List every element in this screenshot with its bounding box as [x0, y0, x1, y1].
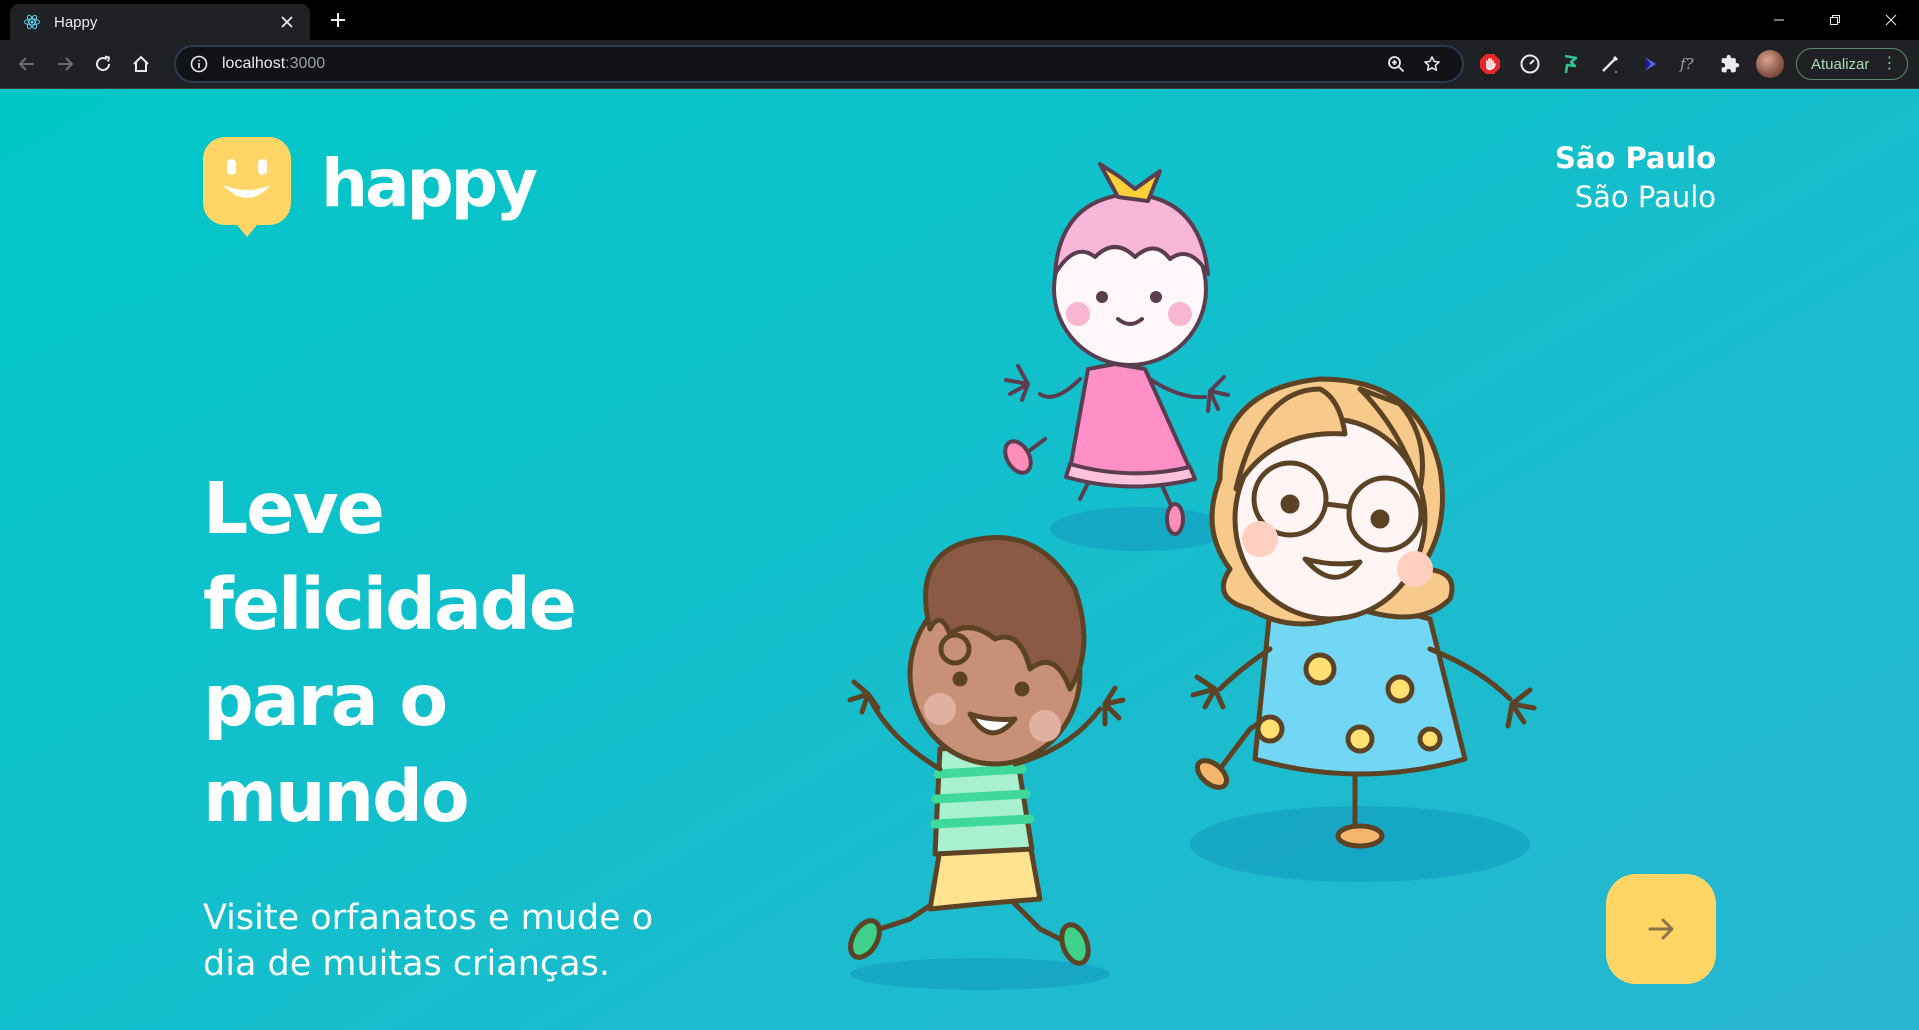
url-text: localhost:3000 — [222, 55, 1378, 73]
reload-icon[interactable] — [84, 45, 122, 83]
speedometer-icon[interactable] — [1510, 45, 1550, 83]
react-icon — [22, 12, 42, 32]
tab-strip: Happy — [0, 0, 1919, 40]
tab-title: Happy — [54, 13, 98, 31]
boy-figure — [847, 535, 1126, 966]
puzzle-icon[interactable] — [1710, 45, 1750, 83]
update-button-label: Atualizar — [1811, 55, 1870, 73]
logo-text: happy — [321, 145, 538, 222]
plus-icon[interactable] — [322, 4, 354, 36]
pen-icon[interactable] — [1590, 45, 1630, 83]
url-host: localhost — [222, 55, 286, 72]
landing-page: happy São Paulo São Paulo Leve felicidad… — [0, 89, 1919, 1030]
update-button[interactable]: Atualizar ⋮ — [1796, 48, 1909, 80]
happy-face-icon — [203, 137, 291, 237]
cursor-icon[interactable] — [1630, 45, 1670, 83]
browser-toolbar: localhost:3000 f? Atualizar ⋮ — [0, 40, 1919, 89]
minimize-icon[interactable] — [1751, 0, 1807, 40]
girl-pink-figure — [1003, 162, 1230, 536]
enter-app-button[interactable] — [1606, 874, 1716, 984]
restore-icon[interactable] — [1807, 0, 1863, 40]
page-title: Leve felicidade para o mundo — [203, 467, 577, 838]
close-icon[interactable] — [276, 11, 298, 33]
flag-ext-icon[interactable] — [1550, 45, 1590, 83]
girl-glasses-figure — [1190, 376, 1537, 849]
arrow-right-icon — [1648, 918, 1674, 940]
adblock-hand-icon[interactable] — [1470, 45, 1510, 83]
zoom-icon[interactable] — [1378, 47, 1414, 81]
extensions-area: f? Atualizar ⋮ — [1470, 45, 1909, 83]
forward-icon[interactable] — [46, 45, 84, 83]
svg-text:f?: f? — [1679, 55, 1695, 73]
tab-happy[interactable]: Happy — [10, 4, 310, 40]
address-bar[interactable]: localhost:3000 — [174, 45, 1464, 83]
more-vert-icon[interactable]: ⋮ — [1881, 56, 1897, 72]
back-icon[interactable] — [8, 45, 46, 83]
home-icon[interactable] — [122, 45, 160, 83]
window-close-icon[interactable] — [1863, 0, 1919, 40]
browser-window: Happy localhost:3000 f? Atualizar ⋮ happ… — [0, 0, 1919, 1030]
font-function-icon[interactable]: f? — [1670, 45, 1710, 83]
page-subtitle: Visite orfanatos e mude o dia de muitas … — [203, 898, 654, 984]
logo: happy — [203, 137, 538, 239]
star-icon[interactable] — [1414, 47, 1450, 81]
window-controls — [1751, 0, 1919, 40]
kids-illustration — [847, 162, 1537, 990]
profile-avatar[interactable] — [1756, 50, 1784, 78]
info-icon[interactable] — [188, 53, 210, 75]
url-port: :3000 — [285, 55, 326, 72]
